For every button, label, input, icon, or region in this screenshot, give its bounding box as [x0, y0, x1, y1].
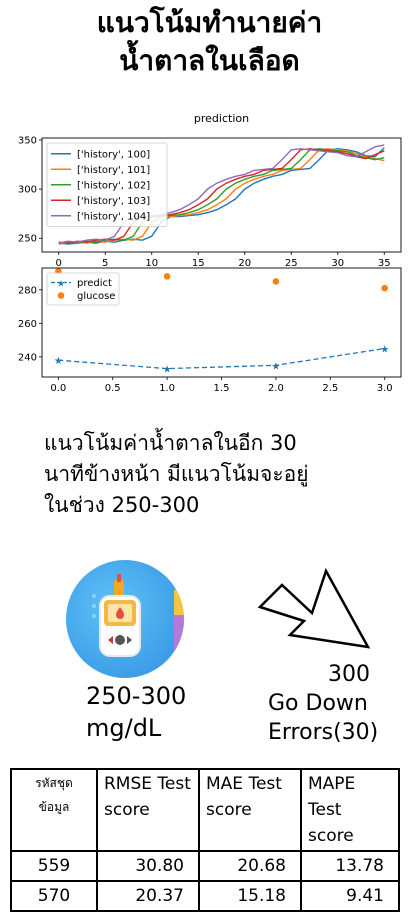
- prediction-value: 300: [328, 662, 370, 687]
- table-cell: 13.78: [300, 850, 400, 882]
- table-cell: 559: [10, 850, 98, 882]
- table-cell: 20.37: [96, 880, 200, 912]
- table-row: 559 30.80 20.68 13.78: [10, 850, 400, 882]
- x-tick-label: 0.5: [105, 383, 121, 394]
- glucose-range: 250-300 mg/dL: [86, 680, 186, 744]
- x-tick-label: 15: [192, 258, 205, 269]
- predict-line: [58, 347, 385, 370]
- y-tick-label: 280: [18, 285, 37, 296]
- x-tick-label: 35: [378, 258, 391, 269]
- title-line-2: น้ำตาลในเลือด: [119, 44, 300, 77]
- table-cell: 30.80: [96, 850, 200, 882]
- header-dataset-code: รหัสชุด ข้อมูล: [10, 768, 98, 852]
- title-line-1: แนวโน้มทำนายค่า: [96, 6, 323, 39]
- header-rmse: RMSE Test score: [96, 768, 200, 852]
- trend-description: แนวโน้มค่าน้ำตาลในอีก 30 นาทีข้างหน้า มี…: [44, 428, 404, 521]
- prediction-summary: 300 Go Down Errors(30): [268, 660, 378, 747]
- predict-point: ★: [54, 356, 63, 367]
- legend-label: glucose: [77, 291, 115, 302]
- range-value: 250-300: [86, 682, 187, 710]
- description-line-3: ในช่วง 250-300: [44, 493, 200, 517]
- glucose-point: [272, 278, 280, 285]
- prediction-trend: Go Down: [268, 691, 368, 716]
- glucose-meter-icon: [66, 560, 184, 678]
- predict-point: ★: [163, 365, 172, 376]
- header-mae: MAE Test score: [198, 768, 302, 852]
- y-tick-label: 240: [18, 352, 37, 363]
- page-title: แนวโน้มทำนายค่า น้ำตาลในเลือด: [0, 4, 419, 80]
- description-line-2: นาทีข้างหน้า มีแนวโน้มจะอยู่: [44, 462, 309, 486]
- arrow-down-right-icon: [257, 567, 371, 649]
- x-tick-label: 30: [331, 258, 344, 269]
- legend-label: predict: [77, 278, 112, 289]
- x-tick-label: 0: [56, 258, 62, 269]
- legend-label: ['history', 100]: [77, 149, 150, 160]
- y-tick-label: 350: [18, 135, 37, 146]
- x-tick-label: 0.0: [50, 383, 66, 394]
- legend-label: ['history', 103]: [77, 196, 150, 207]
- header-mape: MAPE Test score: [300, 768, 400, 852]
- predict-point: ★: [271, 361, 280, 372]
- x-tick-label: 20: [238, 258, 251, 269]
- glucose-point: [163, 273, 171, 280]
- predict-point: ★: [380, 344, 389, 355]
- table-row: 570 20.37 15.18 9.41: [10, 880, 400, 912]
- y-tick-label: 300: [18, 185, 37, 196]
- glucose-point: [381, 284, 388, 292]
- x-tick-label: 5: [102, 258, 108, 269]
- x-tick-label: 10: [145, 258, 158, 269]
- y-tick-label: 260: [18, 319, 37, 330]
- description-line-1: แนวโน้มค่าน้ำตาลในอีก 30: [44, 431, 297, 455]
- legend-marker: [57, 292, 65, 299]
- scores-table: รหัสชุด ข้อมูล RMSE Test score MAE Test …: [10, 768, 400, 912]
- legend-label: ['history', 102]: [77, 180, 150, 191]
- x-tick-label: 2.0: [268, 383, 284, 394]
- table-cell: 15.18: [198, 880, 302, 912]
- legend-marker: ★: [57, 280, 65, 290]
- x-tick-label: 1.0: [159, 383, 175, 394]
- table-cell: 570: [10, 880, 98, 912]
- x-tick-label: 25: [285, 258, 298, 269]
- prediction-chart: prediction 0 5 10 15 20 25 30 35 250 300 350 ['histo…: [18, 112, 402, 394]
- x-tick-label: 2.5: [322, 383, 338, 394]
- x-tick-label: 1.5: [214, 383, 230, 394]
- chart-title: prediction: [194, 112, 249, 125]
- legend-label: ['history', 101]: [77, 165, 150, 176]
- table-cell: 20.68: [198, 850, 302, 882]
- x-tick-label: 3.0: [377, 383, 393, 394]
- prediction-errors: Errors(30): [268, 720, 379, 745]
- range-unit: mg/dL: [86, 714, 162, 742]
- legend-label: ['history', 104]: [77, 211, 150, 222]
- table-header-row: รหัสชุด ข้อมูล RMSE Test score MAE Test …: [10, 768, 400, 852]
- y-tick-label: 250: [18, 234, 37, 245]
- table-cell: 9.41: [300, 880, 400, 912]
